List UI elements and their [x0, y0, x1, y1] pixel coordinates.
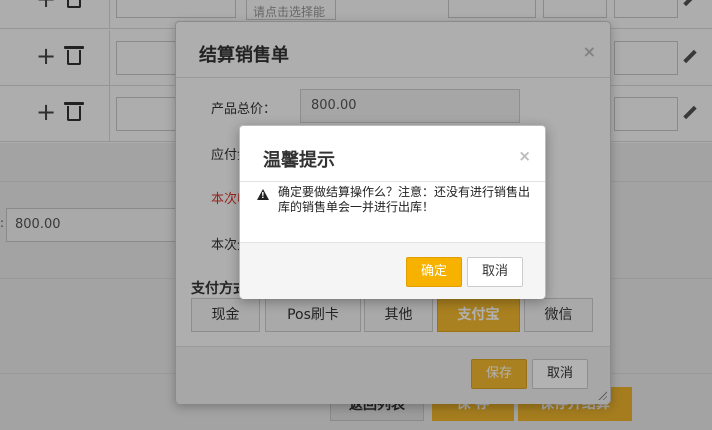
- confirm-dialog: 温馨提示 × 确定要做结算操作么？注意：还没有进行销售出库的销售单会一并进行出库…: [239, 125, 546, 299]
- dialog-title: 温馨提示: [263, 150, 335, 171]
- confirm-button[interactable]: 确定: [406, 257, 462, 287]
- warning-icon: [257, 189, 269, 200]
- close-icon[interactable]: ×: [518, 147, 531, 165]
- dialog-footer: 确定 取消: [240, 242, 545, 299]
- dialog-header: 温馨提示 ×: [240, 126, 545, 182]
- cancel-button[interactable]: 取消: [467, 257, 523, 287]
- dialog-message: 确定要做结算操作么？注意：还没有进行销售出库的销售单会一并进行出库！: [278, 185, 531, 214]
